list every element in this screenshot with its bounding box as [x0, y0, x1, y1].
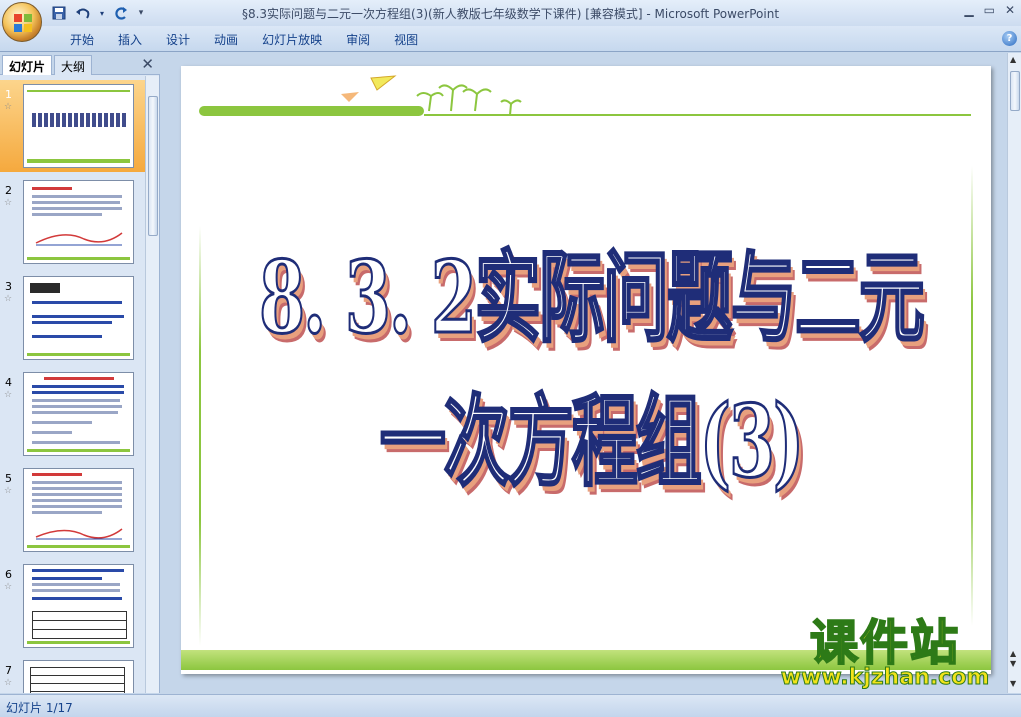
slide-preview [23, 468, 134, 552]
site-watermark: 课件站 www.kjzhan.com [770, 615, 1000, 697]
current-slide[interactable]: 8. 3. 2实际问题与二元一次方程组(3) [181, 66, 991, 674]
slide-preview [23, 372, 134, 456]
close-icon[interactable]: ✕ [1005, 3, 1015, 17]
office-button[interactable] [2, 2, 42, 42]
minimize-icon[interactable]: ▁ [964, 3, 973, 17]
slide-editor: 8. 3. 2实际问题与二元一次方程组(3) [161, 53, 1007, 693]
window-controls: ▁ ▭ ✕ [964, 3, 1015, 17]
tab-outline[interactable]: 大纲 [54, 55, 93, 75]
tab-review[interactable]: 审阅 [334, 31, 382, 48]
right-accent-line [971, 166, 973, 626]
slide-number: 2 [5, 184, 12, 197]
slide-thumbnails: 1 ☆ 2 ☆ 3 ☆ 4 ☆ 5 ☆ 6 ☆ 7 ☆ [0, 76, 145, 693]
window-title: §8.3实际问题与二元一次方程组(3)(新人教版七年级数学下课件) [兼容模式]… [241, 7, 780, 21]
slide-preview [23, 84, 134, 168]
slide-preview [23, 564, 134, 648]
slide-preview [23, 276, 134, 360]
transition-star-icon: ☆ [4, 678, 13, 688]
slide-thumbnail-4[interactable]: 4 ☆ [0, 368, 145, 460]
slide-thumbnail-1[interactable]: 1 ☆ [0, 80, 145, 172]
tab-slideshow[interactable]: 幻灯片放映 [250, 31, 334, 48]
transition-star-icon: ☆ [4, 198, 13, 208]
transition-star-icon: ☆ [4, 390, 13, 400]
next-slide-icon[interactable]: ▼ [1010, 659, 1016, 668]
panel-tabs: 幻灯片 大纲 ✕ [0, 53, 160, 75]
tab-view[interactable]: 视图 [382, 31, 430, 48]
watermark-url: www.kjzhan.com [780, 665, 990, 690]
thumbnails-scrollbar[interactable] [145, 76, 159, 693]
scroll-up-icon[interactable]: ▲ [1010, 55, 1016, 64]
slides-panel: 幻灯片 大纲 ✕ 1 ☆ 2 ☆ 3 ☆ 4 ☆ 5 ☆ 6 ☆ 7 ☆ [0, 53, 160, 693]
slide-number: 6 [5, 568, 12, 581]
transition-star-icon: ☆ [4, 486, 13, 496]
maximize-icon[interactable]: ▭ [984, 3, 995, 17]
slide-thumbnail-5[interactable]: 5 ☆ [0, 464, 145, 556]
status-bar: 幻灯片 1/17 [0, 694, 1021, 717]
slide-number: 4 [5, 376, 12, 389]
ribbon: 开始 插入 设计 动画 幻灯片放映 审阅 视图 ? [0, 26, 1021, 52]
scrollbar-thumb[interactable] [1010, 71, 1020, 111]
close-panel-icon[interactable]: ✕ [141, 55, 154, 73]
help-icon[interactable]: ? [1002, 31, 1017, 46]
slide-scrollbar[interactable]: ▲ ▲ ▼ ▼ [1007, 53, 1021, 693]
tab-slides[interactable]: 幻灯片 [2, 55, 53, 75]
slide-thumbnail-6[interactable]: 6 ☆ [0, 560, 145, 652]
slide-thumbnail-7[interactable]: 7 ☆ [0, 656, 145, 693]
slide-number: 1 [5, 88, 12, 101]
slide-title[interactable]: 8. 3. 2实际问题与二元一次方程组(3) [241, 218, 941, 506]
slide-number: 7 [5, 664, 12, 677]
transition-star-icon: ☆ [4, 582, 13, 592]
scrollbar-thumb[interactable] [148, 96, 158, 236]
slide-counter: 幻灯片 1/17 [6, 701, 73, 715]
transition-star-icon: ☆ [4, 102, 13, 112]
tab-design[interactable]: 设计 [154, 31, 202, 48]
watermark-title: 课件站 [809, 615, 960, 671]
tab-animations[interactable]: 动画 [202, 31, 250, 48]
slide-number: 5 [5, 472, 12, 485]
slide-thumbnail-2[interactable]: 2 ☆ [0, 176, 145, 268]
slide-preview [23, 180, 134, 264]
office-logo-icon [14, 14, 32, 32]
slide-thumbnail-3[interactable]: 3 ☆ [0, 272, 145, 364]
ribbon-tabs: 开始 插入 设计 动画 幻灯片放映 审阅 视图 [58, 31, 430, 48]
top-decoration [199, 75, 971, 116]
tab-insert[interactable]: 插入 [106, 31, 154, 48]
scroll-down-icon[interactable]: ▼ [1010, 679, 1016, 688]
transition-star-icon: ☆ [4, 294, 13, 304]
previous-slide-icon[interactable]: ▲ [1010, 649, 1016, 658]
slide-preview [23, 660, 134, 693]
slide-number: 3 [5, 280, 12, 293]
left-accent-line [199, 226, 201, 646]
title-bar: ▾ ▾ §8.3实际问题与二元一次方程组(3)(新人教版七年级数学下课件) [兼… [0, 0, 1021, 26]
tab-home[interactable]: 开始 [58, 31, 106, 48]
